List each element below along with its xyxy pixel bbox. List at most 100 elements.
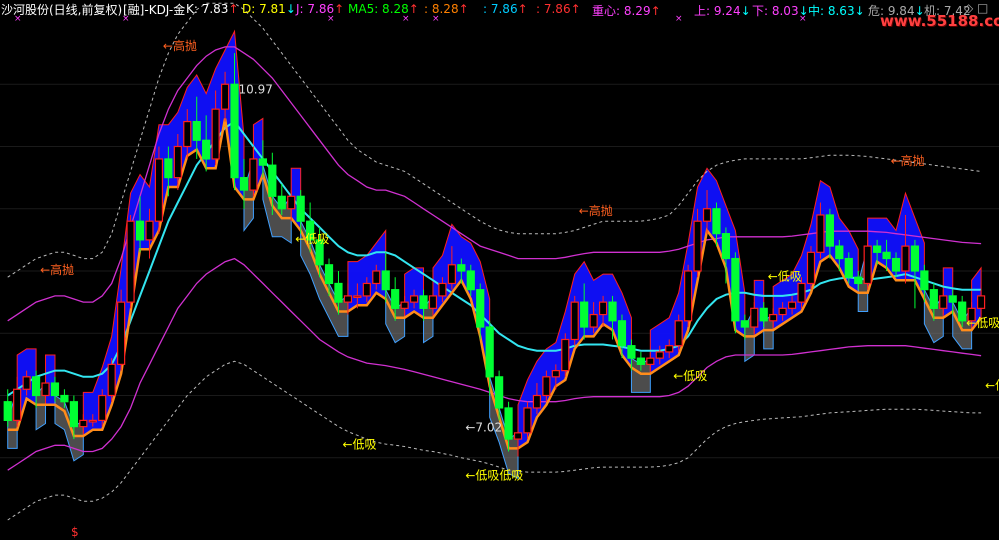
trend-arrow-icon: ↓	[285, 2, 296, 16]
candle	[806, 251, 816, 285]
chart-annotation: ←低吸	[768, 269, 802, 283]
indicator-name: [融]-KDJ-金	[123, 3, 186, 17]
candle	[239, 177, 249, 191]
candle	[580, 301, 589, 328]
candle	[202, 139, 211, 160]
candle	[835, 245, 844, 260]
candle	[287, 195, 296, 210]
candle	[901, 245, 910, 272]
candle	[532, 394, 542, 409]
top-mark: ×	[14, 14, 22, 24]
chart-annotation: ←低吸低吸	[465, 469, 523, 483]
trend-arrow-icon: ↑	[228, 2, 239, 16]
candle	[428, 295, 438, 309]
trend-arrow-icon: ↑	[517, 2, 528, 16]
candle	[617, 320, 627, 347]
candle	[324, 264, 334, 285]
candle	[976, 295, 986, 309]
header-item: 上: 9.24↓	[694, 4, 751, 18]
chart-annotation: ←高抛	[40, 262, 74, 277]
candle	[135, 220, 145, 241]
candle	[164, 158, 173, 179]
candle	[13, 388, 22, 421]
candle	[400, 301, 409, 309]
header-item: J: 7.86↑	[296, 2, 345, 16]
top-mark: ×	[675, 14, 683, 24]
candle	[939, 295, 948, 309]
candle	[230, 83, 239, 179]
candle	[693, 220, 702, 272]
candle	[277, 195, 286, 210]
top-mark: ×	[432, 14, 440, 24]
header-item: 重心: 8.29↑	[592, 4, 661, 18]
candle	[523, 407, 532, 434]
candle	[353, 295, 362, 298]
trend-arrow-icon: ↓	[740, 4, 751, 18]
indicator-lines	[7, 2, 983, 521]
candle	[504, 407, 513, 440]
trend-arrow-icon: ↑	[570, 2, 581, 16]
candle	[731, 257, 740, 322]
candle	[542, 376, 551, 397]
chart-annotation: 10.97	[239, 83, 273, 97]
candle	[31, 376, 41, 397]
trend-arrow-icon: ↑	[650, 4, 661, 18]
candle	[117, 301, 126, 365]
candle	[636, 357, 645, 365]
candle	[910, 245, 920, 272]
candle	[561, 338, 570, 372]
candle	[409, 295, 419, 303]
candle	[88, 419, 97, 423]
bottom-mark: $	[71, 525, 79, 539]
chart-annotation: ←高抛	[163, 38, 197, 53]
header-item: : 8.28↑	[424, 2, 469, 16]
trend-arrow-icon: ↑	[334, 2, 345, 16]
candle	[457, 264, 466, 272]
candle	[495, 376, 504, 409]
candle	[608, 301, 617, 322]
trend-arrow-icon: ↑	[408, 2, 419, 16]
candle	[787, 301, 797, 309]
chart-annotation: ←低吸	[673, 369, 707, 383]
candle	[438, 282, 447, 297]
candle	[873, 245, 882, 253]
candle	[702, 208, 712, 222]
candle	[816, 214, 825, 253]
chart-annotation: ←低吸	[966, 316, 999, 330]
opportunity-line	[7, 360, 982, 521]
candle	[258, 158, 267, 166]
candle	[296, 195, 305, 222]
candle	[69, 401, 78, 428]
candle	[22, 376, 31, 390]
candle	[570, 301, 579, 341]
candle	[98, 394, 107, 421]
header-item: K: 7.83↑	[186, 2, 239, 16]
candle	[627, 345, 636, 359]
candle	[684, 270, 693, 322]
header-item: D: 7.81↓	[242, 2, 296, 16]
top-mark: ×	[799, 14, 807, 24]
candle	[343, 295, 353, 303]
candle	[589, 313, 598, 328]
candle	[598, 301, 608, 316]
candle	[268, 164, 277, 197]
chart-annotation: ←低吸	[342, 437, 376, 451]
high-zone	[772, 179, 859, 332]
candle	[655, 351, 664, 359]
candle	[844, 257, 853, 278]
candle	[60, 394, 69, 403]
candle	[3, 401, 12, 422]
candle	[372, 270, 381, 285]
chart-annotation: ←高抛	[891, 153, 925, 168]
candle	[50, 382, 60, 397]
candle	[485, 326, 494, 378]
candle	[513, 432, 523, 440]
candle	[778, 307, 787, 316]
candle	[920, 270, 929, 291]
candle	[797, 282, 806, 303]
candle	[948, 295, 957, 303]
candle	[211, 108, 220, 160]
chart-annotation: ←7.02	[465, 421, 502, 435]
high-zone	[45, 354, 56, 406]
candle	[154, 158, 164, 222]
